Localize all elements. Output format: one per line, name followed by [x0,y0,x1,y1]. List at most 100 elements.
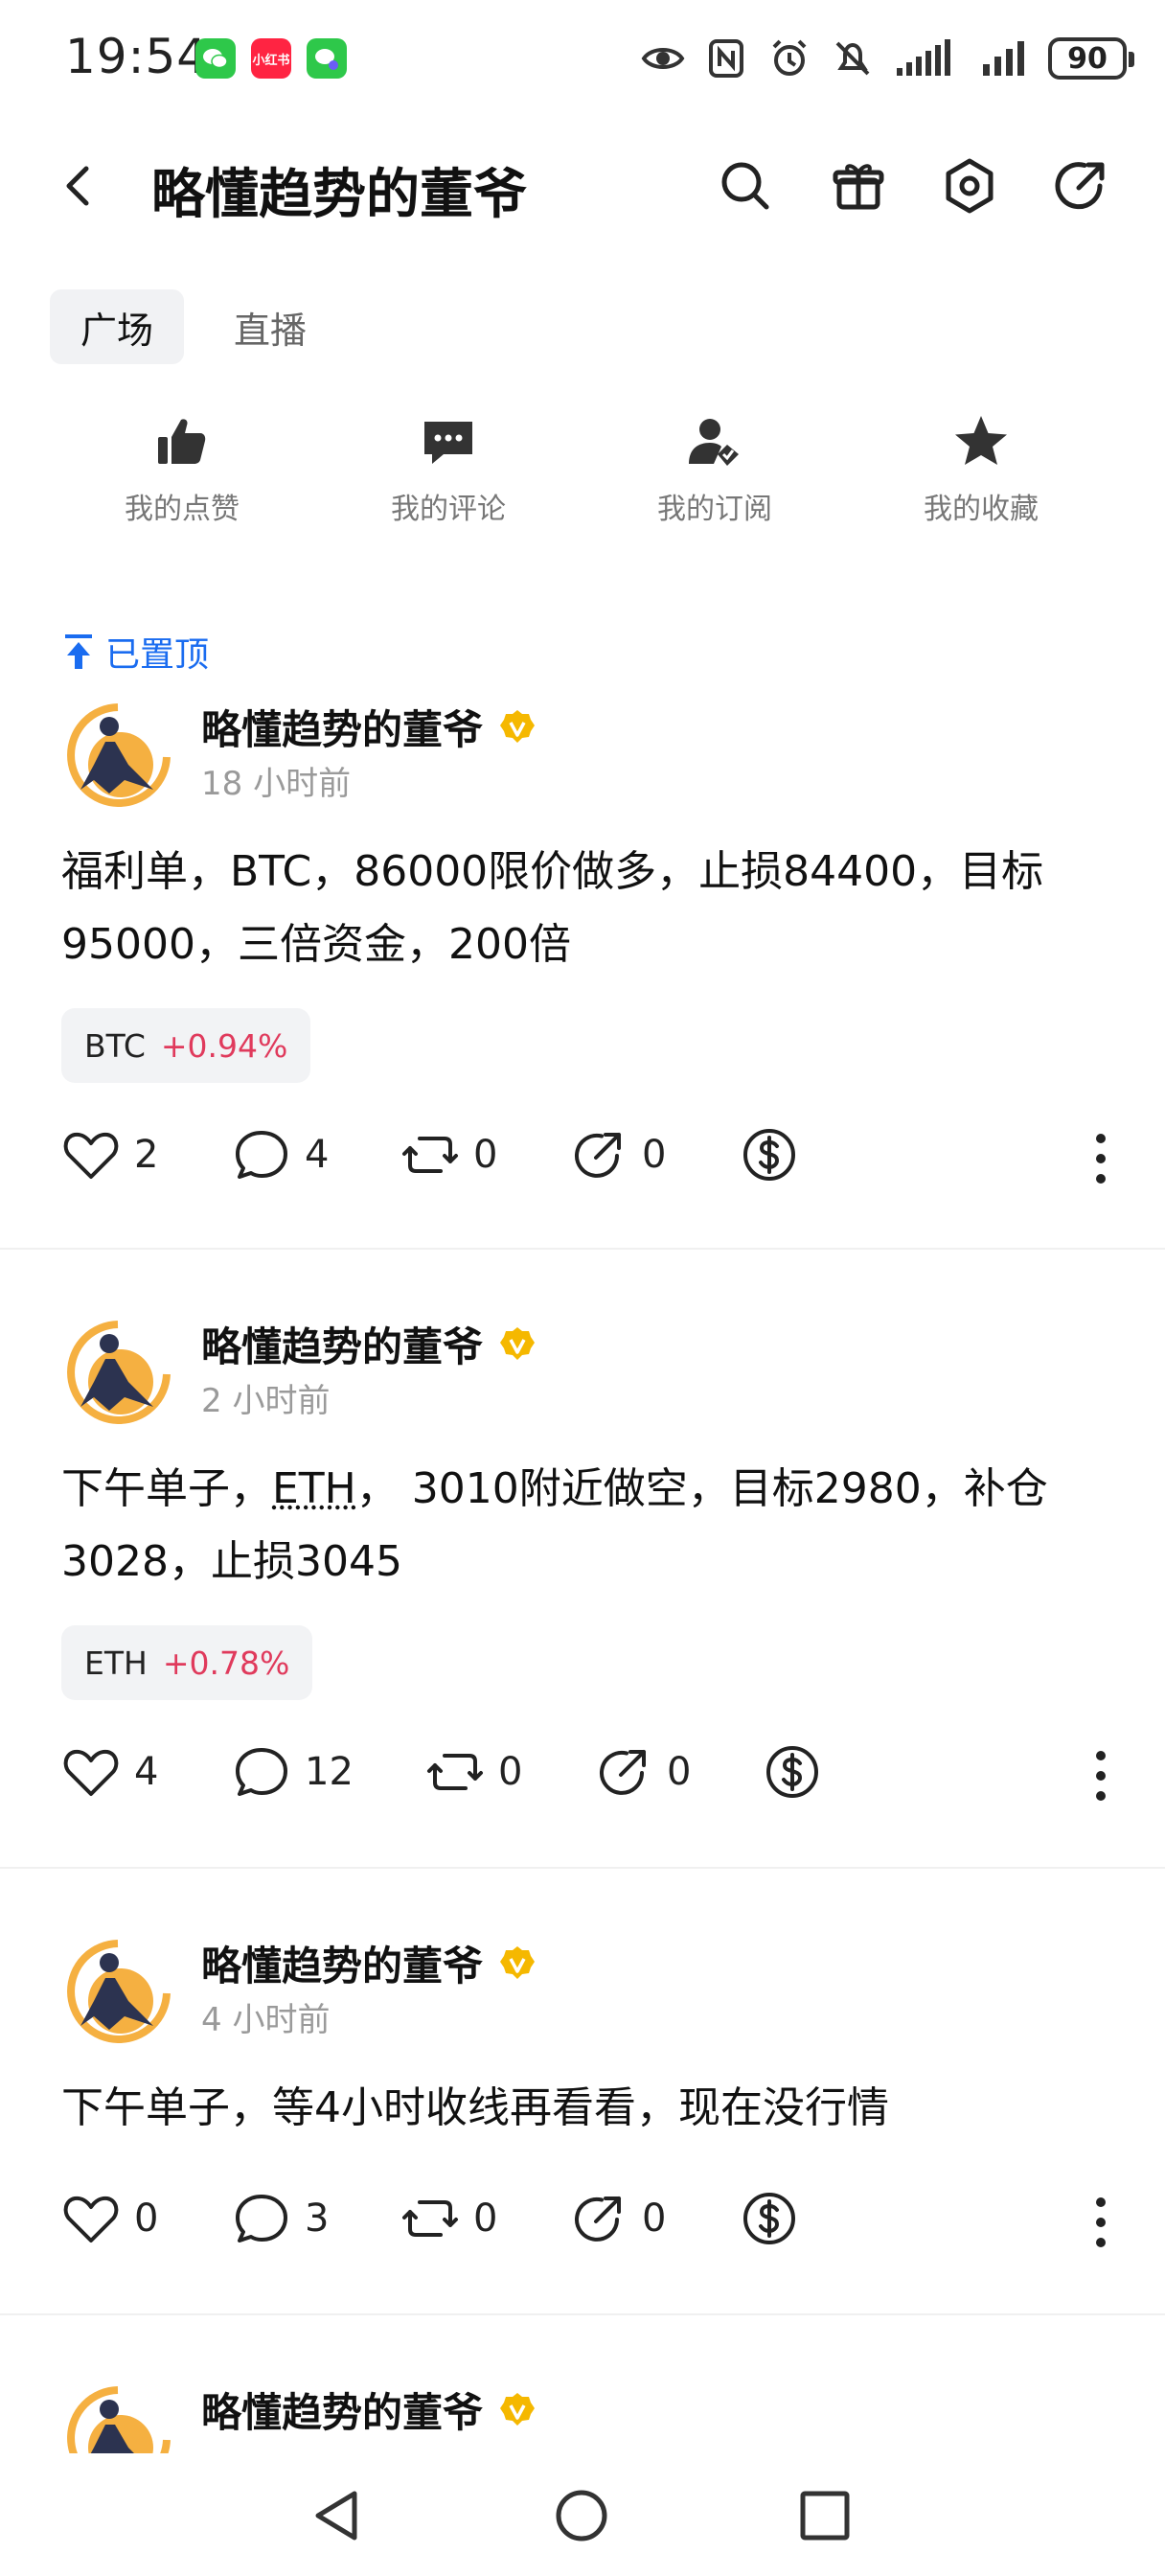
like-button[interactable]: 4 [61,1742,158,1802]
author-name[interactable]: 略懂趋势的董爷 [201,1315,537,1373]
verified-badge-icon [500,2392,536,2426]
share-arrow-icon [575,2196,621,2242]
nfc-icon [709,39,743,78]
avatar[interactable] [61,1315,174,1428]
author-name-text: 略懂趋势的董爷 [201,1323,484,1370]
like-count: 2 [134,1133,159,1177]
mute-icon [835,41,870,76]
system-nav-bar [0,2453,1165,2576]
comment-bubble-icon [236,1748,287,1796]
post-time: 18 小时前 [201,765,352,803]
status-time: 19:54 [65,29,209,84]
pin-top-icon [65,634,92,669]
shortcut-label: 我的订阅 [657,493,772,526]
search-icon[interactable] [715,155,776,217]
author-name-text: 略懂趋势的董爷 [201,2389,484,2436]
post-actions: 2 4 0 0 [61,1125,1115,1192]
like-button[interactable]: 0 [61,2189,158,2248]
divider [0,1248,1165,1250]
eye-icon [641,48,685,69]
comment-button[interactable]: 3 [232,2189,329,2248]
shortcut-my-comments[interactable]: 我的评论 [353,412,544,527]
comment-button[interactable]: 12 [232,1742,354,1802]
tab-square[interactable]: 广场 [50,289,185,364]
share-arrow-icon [575,1133,621,1178]
settings-icon[interactable] [939,155,1000,217]
post-actions: 4 12 0 0 [61,1742,1115,1809]
tip-button[interactable] [740,2189,799,2248]
verified-badge-icon [500,709,536,743]
ticker-chip[interactable]: ETH +0.78% [61,1625,313,1700]
comment-count: 12 [305,1750,354,1794]
author-name-text: 略懂趋势的董爷 [201,706,484,753]
repost-icon [402,2200,458,2237]
repost-button[interactable]: 0 [400,1125,497,1184]
ticker-chip[interactable]: BTC +0.94% [61,1008,311,1083]
author-name[interactable]: 略懂趋势的董爷 [201,1934,537,1992]
wechat-pay-icon [307,38,347,79]
like-count: 0 [134,2196,159,2241]
shortcut-my-likes[interactable]: 我的点赞 [86,412,278,527]
pinned-indicator: 已置顶 [61,627,209,677]
tip-button[interactable] [740,1125,799,1184]
heart-icon [63,1132,119,1179]
shortcut-my-subscriptions[interactable]: 我的订阅 [619,412,811,527]
gift-icon[interactable] [828,155,889,217]
dollar-coin-icon [743,1129,795,1181]
post-content[interactable]: 下午单子，等4小时收线再看看，现在没行情 [61,2072,1096,2145]
heart-icon [63,2196,119,2242]
post-content[interactable]: 下午单子，ETH， 3010附近做空，目标2980，补仓3028，止损3045 [61,1453,1096,1598]
avatar[interactable] [61,698,174,811]
post-content[interactable]: 福利单，BTC，86000限价做多，止损84400，目标95000，三倍资金，2… [61,836,1096,981]
repost-button[interactable]: 0 [425,1742,522,1802]
battery-indicator: 90 [1048,37,1134,80]
divider [0,1867,1165,1869]
share-count: 0 [642,1133,667,1177]
share-button[interactable]: 0 [569,2189,666,2248]
share-icon[interactable] [1050,155,1111,217]
nav-recents-icon[interactable] [791,2482,858,2549]
share-button[interactable]: 0 [594,1742,691,1802]
more-options-icon[interactable] [1086,1746,1115,1806]
comment-count: 4 [305,1133,330,1177]
shortcut-label: 我的点赞 [125,493,240,526]
avatar[interactable] [61,2380,174,2453]
shortcut-my-favorites[interactable]: 我的收藏 [885,412,1077,527]
more-options-icon[interactable] [1086,1129,1115,1188]
more-options-icon[interactable] [1086,2193,1115,2252]
tab-live[interactable]: 直播 [203,289,337,364]
author-name[interactable]: 略懂趋势的董爷 [201,698,537,756]
nav-home-icon[interactable] [548,2482,615,2549]
verified-badge-icon [500,1945,536,1979]
share-arrow-icon [600,1750,646,1795]
comment-icon [424,422,472,464]
ticker-symbol: BTC [84,1026,146,1065]
eth-link[interactable]: ETH [272,1464,356,1513]
avatar[interactable] [61,1934,174,2047]
heart-icon [63,1749,119,1796]
ticker-change: +0.78% [162,1644,290,1682]
tab-bar: 广场 直播 [50,289,337,364]
repost-count: 0 [473,1133,498,1177]
share-button[interactable]: 0 [569,1125,666,1184]
post-card[interactable]: 略懂趋势的董爷 [0,2380,1165,2453]
signal-icon-2 [983,41,1024,76]
post-content-text: 下午单子， [61,1464,272,1513]
tip-button[interactable] [763,1742,822,1802]
star-icon [955,416,1007,465]
repost-count: 0 [473,2196,498,2241]
share-count: 0 [667,1750,692,1794]
verified-badge-icon [500,1326,536,1360]
nav-back-icon[interactable] [305,2482,372,2549]
back-button[interactable] [50,155,111,217]
status-bar: 19:54 小红书 90 [0,0,1165,115]
comment-bubble-icon [236,2195,287,2242]
author-name[interactable]: 略懂趋势的董爷 [201,2380,537,2439]
like-button[interactable]: 2 [61,1125,158,1184]
comment-button[interactable]: 4 [232,1125,329,1184]
repost-button[interactable]: 0 [400,2189,497,2248]
pinned-label: 已置顶 [105,635,210,675]
subscribe-icon [689,419,739,466]
comment-bubble-icon [236,1131,287,1179]
thumbs-up-icon [158,419,206,464]
